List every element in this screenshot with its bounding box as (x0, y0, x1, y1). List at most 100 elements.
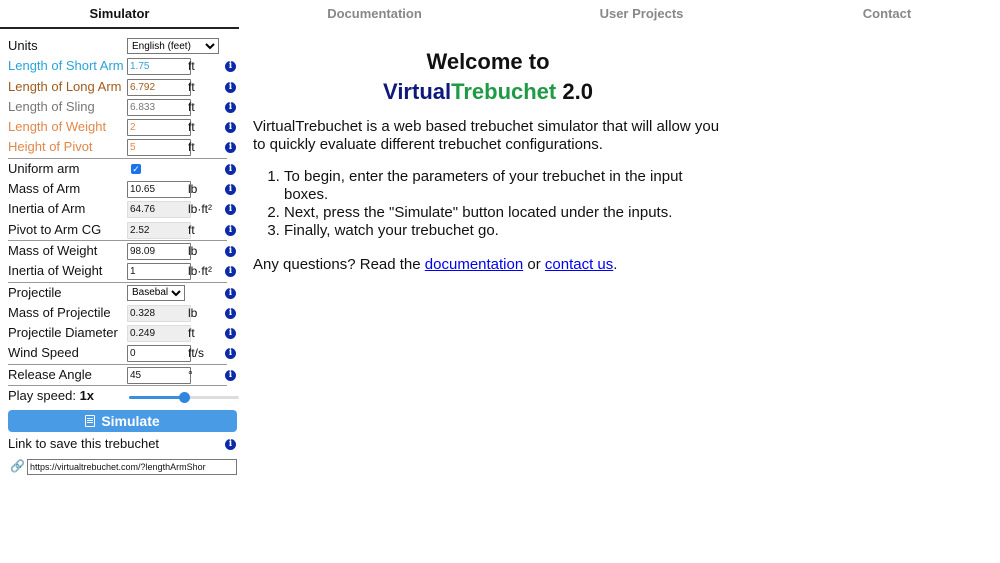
info-icon[interactable]: i (225, 81, 236, 93)
info-icon[interactable]: i (225, 348, 236, 360)
tab-documentation[interactable]: Documentation (240, 0, 509, 28)
units-select[interactable]: English (feet) (127, 38, 219, 54)
save-link-field-row: 🔗 https://virtualtrebuchet.com/?lengthAr… (8, 457, 239, 479)
questions-paragraph: Any questions? Read the documentation or… (253, 256, 723, 274)
pivot-cg-input[interactable]: 2.52 (127, 221, 191, 239)
pivot-height-label: Height of Pivot (8, 139, 93, 155)
mass-weight-row: Mass of Weight 98.09 lb i (8, 241, 239, 261)
document-icon (85, 415, 96, 428)
pivot-height-input[interactable]: 5 (127, 139, 191, 157)
tab-simulator[interactable]: Simulator (0, 0, 239, 29)
info-icon[interactable]: i (225, 245, 236, 257)
play-speed-row: Play speed: 1x (8, 386, 239, 406)
mass-arm-row: Mass of Arm 10.65 lb i (8, 179, 239, 199)
long-arm-input[interactable]: 6.792 (127, 78, 191, 96)
units-row: Units English (feet) (8, 36, 239, 56)
inertia-weight-row: Inertia of Weight 1 lb·ft² i (8, 261, 239, 281)
top-nav: Simulator Documentation User Projects Co… (0, 0, 1000, 29)
sling-row: Length of Sling 6.833 ft i (8, 97, 239, 117)
info-icon[interactable]: i (225, 369, 236, 381)
mass-arm-label: Mass of Arm (8, 181, 81, 197)
uniform-arm-row: Uniform arm ✓ i (8, 159, 239, 179)
play-speed-slider[interactable] (129, 392, 239, 404)
slider-thumb[interactable] (179, 392, 190, 404)
mass-projectile-input[interactable]: 0.328 (127, 304, 191, 322)
inertia-arm-unit: lb·ft² (188, 202, 212, 217)
question-mid: or (523, 256, 545, 273)
documentation-link[interactable]: documentation (425, 256, 523, 273)
play-speed-label: Play speed: (8, 388, 76, 404)
sling-input[interactable]: 6.833 (127, 98, 191, 116)
link-icon: 🔗 (10, 458, 25, 473)
tab-contact[interactable]: Contact (774, 0, 1000, 28)
contact-link[interactable]: contact us (545, 256, 613, 273)
units-label: Units (8, 38, 38, 53)
save-link-label: Link to save this trebuchet (8, 436, 160, 452)
mass-weight-input[interactable]: 98.09 (127, 242, 191, 260)
inertia-weight-unit: lb·ft² (188, 264, 212, 279)
info-icon[interactable]: i (225, 224, 236, 236)
tab-user-projects[interactable]: User Projects (509, 0, 774, 28)
sling-label: Length of Sling (8, 98, 95, 114)
wind-speed-input[interactable]: 0 (127, 345, 191, 363)
play-speed-text: Play speed: 1x (8, 386, 94, 406)
intro-paragraph: VirtualTrebuchet is a web based trebuche… (253, 118, 720, 153)
projectile-label: Projectile (8, 284, 62, 300)
mass-arm-input[interactable]: 10.65 (127, 181, 191, 199)
inertia-arm-row: Inertia of Arm 64.76 lb·ft² i (8, 199, 239, 219)
info-icon[interactable]: i (225, 163, 236, 175)
info-icon[interactable]: i (225, 142, 236, 154)
inertia-weight-label: Inertia of Weight (8, 263, 103, 279)
save-link-input[interactable]: https://virtualtrebuchet.com/?lengthArmS… (27, 458, 237, 475)
weight-length-unit: ft (188, 120, 195, 135)
info-icon[interactable]: i (225, 266, 236, 278)
release-angle-input[interactable]: 45 (127, 366, 191, 384)
wind-speed-label: Wind Speed (8, 345, 79, 361)
wind-speed-row: Wind Speed 0 ft/s i (8, 343, 239, 363)
projectile-diameter-unit: ft (188, 326, 195, 341)
sidebar: Units English (feet) Length of Short Arm… (8, 36, 239, 479)
title-trebuchet: Trebuchet (451, 79, 557, 104)
inertia-weight-input[interactable]: 1 (127, 263, 191, 281)
info-icon[interactable]: i (225, 287, 236, 299)
inertia-arm-label: Inertia of Arm (8, 201, 86, 217)
steps-list: To begin, enter the parameters of your t… (253, 168, 723, 240)
main-content: Welcome to VirtualTrebuchet 2.0 VirtualT… (253, 48, 723, 274)
info-icon[interactable]: i (225, 328, 236, 340)
info-icon[interactable]: i (225, 307, 236, 319)
projectile-select[interactable]: Baseball (127, 284, 185, 301)
pivot-cg-unit: ft (188, 222, 195, 237)
pivot-height-unit: ft (188, 140, 195, 155)
sling-unit: ft (188, 99, 195, 114)
info-icon[interactable]: i (225, 204, 236, 216)
release-angle-unit: ° (188, 367, 193, 382)
uniform-arm-label: Uniform arm (8, 160, 80, 176)
info-icon[interactable]: i (225, 184, 236, 196)
inertia-arm-input[interactable]: 64.76 (127, 201, 191, 219)
info-icon[interactable]: i (225, 61, 236, 73)
projectile-diameter-row: Projectile Diameter 0.249 ft i (8, 323, 239, 343)
mass-weight-label: Mass of Weight (8, 242, 98, 258)
uniform-arm-checkbox[interactable]: ✓ (131, 163, 141, 174)
info-icon[interactable]: i (225, 101, 236, 113)
slider-fill (129, 396, 184, 400)
short-arm-input[interactable]: 1.75 (127, 58, 191, 76)
weight-length-input[interactable]: 2 (127, 119, 191, 137)
short-arm-unit: ft (188, 59, 195, 74)
info-icon[interactable]: i (225, 439, 236, 451)
projectile-diameter-input[interactable]: 0.249 (127, 325, 191, 343)
long-arm-unit: ft (188, 79, 195, 94)
save-link-row: Link to save this trebuchet i (8, 434, 239, 454)
release-angle-row: Release Angle 45 ° i (8, 365, 239, 385)
simulate-label: Simulate (101, 413, 160, 430)
info-icon[interactable]: i (225, 122, 236, 134)
pivot-cg-row: Pivot to Arm CG 2.52 ft i (8, 220, 239, 240)
app-title: VirtualTrebuchet 2.0 (253, 78, 723, 106)
mass-weight-unit: lb (188, 243, 198, 258)
simulate-button[interactable]: Simulate (8, 410, 237, 433)
pivot-height-row: Height of Pivot 5 ft i (8, 137, 239, 157)
weight-length-label: Length of Weight (8, 119, 107, 135)
mass-projectile-unit: lb (188, 305, 198, 320)
long-arm-row: Length of Long Arm 6.792 ft i (8, 77, 239, 97)
list-item: To begin, enter the parameters of your t… (284, 168, 723, 204)
